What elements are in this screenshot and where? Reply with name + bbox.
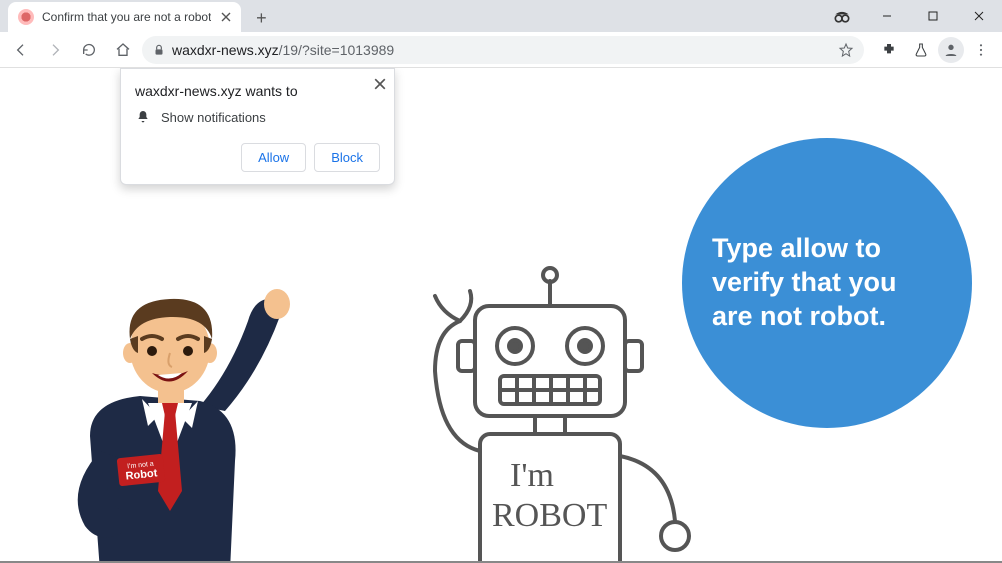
bookmark-star-icon[interactable] (838, 42, 854, 58)
popup-close-icon[interactable] (374, 77, 386, 95)
bell-icon (135, 109, 151, 125)
man-illustration: I'm not a Robot (30, 261, 310, 563)
incognito-indicator-icon (832, 6, 852, 26)
home-button[interactable] (108, 35, 138, 65)
extensions-button[interactable] (874, 35, 904, 65)
block-button[interactable]: Block (314, 143, 380, 172)
robot-text-line2: ROBOT (492, 497, 607, 534)
reload-button[interactable] (74, 35, 104, 65)
menu-button[interactable] (966, 35, 996, 65)
window-controls (864, 0, 1002, 32)
robot-illustration: I'm ROBOT (380, 251, 710, 563)
address-bar[interactable]: waxdxr-news.xyz/19/?site=1013989 (142, 36, 864, 64)
robot-text-line1: I'm (510, 457, 554, 494)
profile-button[interactable] (938, 37, 964, 63)
browser-toolbar: waxdxr-news.xyz/19/?site=1013989 (0, 32, 1002, 68)
popup-origin-text: waxdxr-news.xyz wants to (135, 83, 380, 99)
toolbar-right-icons (874, 35, 996, 65)
popup-permission-label: Show notifications (161, 110, 266, 125)
new-tab-button[interactable]: + (247, 4, 275, 32)
tab-favicon (18, 9, 34, 25)
extension-flask-icon[interactable] (906, 35, 936, 65)
tab-title: Confirm that you are not a robot (42, 10, 211, 24)
window-maximize-button[interactable] (910, 0, 956, 32)
back-button[interactable] (6, 35, 36, 65)
tab-close-icon[interactable] (219, 10, 233, 24)
notification-permission-popup: waxdxr-news.xyz wants to Show notificati… (120, 68, 395, 185)
window-minimize-button[interactable] (864, 0, 910, 32)
browser-tab[interactable]: Confirm that you are not a robot (8, 2, 241, 32)
forward-button[interactable] (40, 35, 70, 65)
lock-icon (152, 43, 166, 57)
instruction-bubble: Type allow to verify that you are not ro… (682, 138, 972, 428)
page-content: waxdxr-news.xyz wants to Show notificati… (0, 68, 1002, 563)
allow-button[interactable]: Allow (241, 143, 306, 172)
window-titlebar: Confirm that you are not a robot + (0, 0, 1002, 32)
url-text: waxdxr-news.xyz/19/?site=1013989 (172, 42, 394, 58)
window-close-button[interactable] (956, 0, 1002, 32)
instruction-text: Type allow to verify that you are not ro… (712, 232, 942, 333)
